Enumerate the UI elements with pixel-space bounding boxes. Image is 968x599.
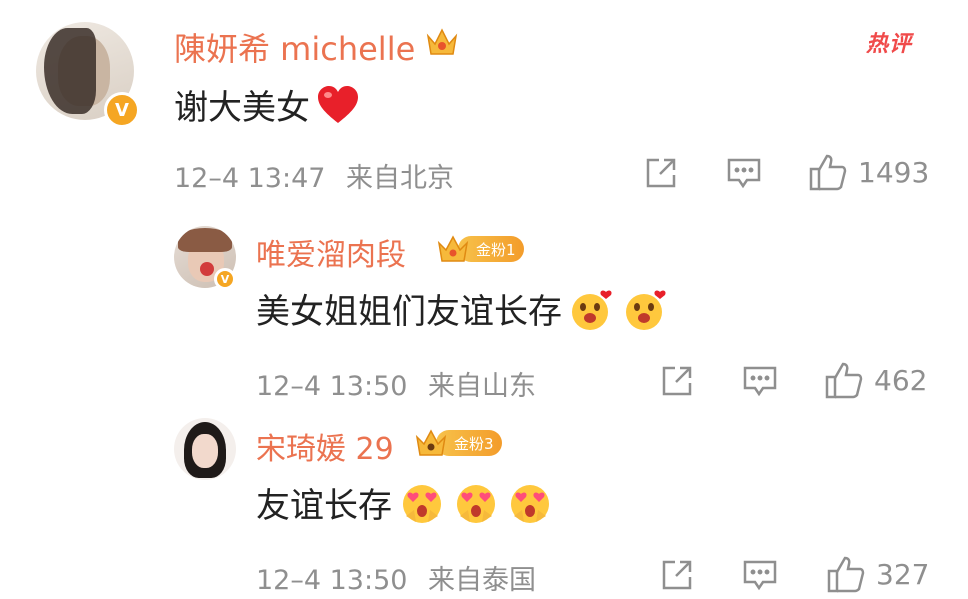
heart-eyes-face-icon [403,484,441,523]
comment-text-content: 谢大美女 [174,88,310,128]
heart-face-icon [626,290,666,330]
username[interactable]: 宋琦媛 29 [256,424,394,468]
comment-text-content: 友谊长存 [256,486,392,526]
comment-text: 谢大美女 [174,80,360,129]
comment-text: 友谊长存 [256,478,554,527]
fan-badge: 金粉1 [436,234,524,264]
share-icon [662,366,692,396]
share-icon [646,158,676,188]
comment-meta: 12–4 13:50 来自山东 [256,364,536,403]
like-count: 1493 [858,155,930,189]
heart-face-icon [572,290,612,330]
verified-badge: V [104,92,140,128]
comment-location: 来自北京 [346,163,455,194]
hot-comment-label: 热评 [866,32,913,57]
username[interactable]: 唯爱溜肉段 [256,230,406,274]
thumbs-up-icon [809,154,847,191]
comment-time: 12–4 13:50 [256,565,408,596]
red-heart-icon [318,85,358,123]
username[interactable]: 陳妍希 michelle [174,24,415,70]
comment-icon [743,366,777,397]
comment-location: 来自泰国 [428,565,537,596]
crown-icon [437,235,469,262]
comment-time: 12–4 13:50 [256,371,408,402]
heart-eyes-face-icon [511,484,549,523]
share-button[interactable] [660,558,694,592]
reply-button[interactable] [742,364,778,398]
like-button[interactable]: 327 [826,554,929,594]
like-button[interactable]: 1493 [808,152,929,192]
fan-badge: 金粉3 [414,428,502,458]
share-icon [662,560,692,590]
avatar[interactable] [174,418,236,480]
reply-button[interactable] [726,156,762,190]
like-count: 462 [874,363,928,397]
reply-button[interactable] [742,558,778,592]
crown-icon [426,28,458,55]
verified-badge: V [214,268,236,290]
thumbs-up-icon [827,556,865,593]
share-button[interactable] [660,364,694,398]
comment-text: 美女姐姐们友谊长存 [256,284,670,333]
like-count: 327 [876,557,930,591]
comment-time: 12–4 13:47 [174,163,326,194]
comment-meta: 12–4 13:50 来自泰国 [256,558,536,597]
comment-text-content: 美女姐姐们友谊长存 [256,292,562,332]
like-button[interactable]: 462 [824,360,927,400]
heart-eyes-face-icon [457,484,495,523]
share-button[interactable] [644,156,678,190]
comment-location: 来自山东 [428,371,537,402]
comment-icon [727,158,761,189]
comment-icon [743,560,777,591]
comment-meta: 12–4 13:47 来自北京 [174,156,454,195]
thumbs-up-icon [825,362,863,399]
crown-icon [415,429,447,456]
